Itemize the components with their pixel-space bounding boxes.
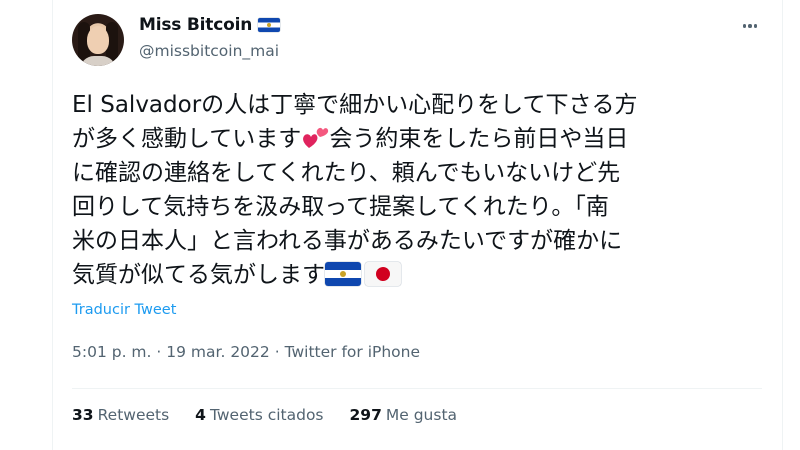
retweets-count: 33 <box>72 406 94 424</box>
tweet-time[interactable]: 5:01 p. m. <box>72 343 151 361</box>
more-dot <box>753 24 758 28</box>
likes-count: 297 <box>349 406 382 424</box>
two-hearts-emoji <box>301 124 329 150</box>
quotes-label: Tweets citados <box>209 406 324 424</box>
japan-flag-emoji <box>365 262 401 286</box>
quote-tweets-stat[interactable]: 4 Tweets citados <box>195 406 323 424</box>
tweet-text: El Salvadorの人は丁寧で細かい心配りをして下さる方 が多く感動していま… <box>72 88 762 292</box>
more-dot <box>742 24 747 28</box>
retweets-stat[interactable]: 33 Retweets <box>72 406 169 424</box>
quotes-count: 4 <box>195 406 206 424</box>
likes-stat[interactable]: 297 Me gusta <box>350 406 458 424</box>
tweet-source[interactable]: Twitter for iPhone <box>285 343 420 361</box>
author-display-name[interactable]: Miss Bitcoin <box>139 15 252 35</box>
likes-label: Me gusta <box>385 406 458 424</box>
retweets-label: Retweets <box>97 406 170 424</box>
divider <box>72 388 762 389</box>
tweet-meta: 5:01 p. m. · 19 mar. 2022 · Twitter for … <box>72 343 420 361</box>
tweet-stats: 33 Retweets 4 Tweets citados 297 Me gusta <box>72 406 457 424</box>
translate-tweet-link[interactable]: Traducir Tweet <box>72 302 176 318</box>
avatar-face <box>87 26 109 54</box>
meta-separator: · <box>156 343 162 361</box>
meta-separator: · <box>274 343 280 361</box>
author-name-row[interactable]: Miss Bitcoin <box>139 15 281 35</box>
el-salvador-flag-icon <box>258 18 281 32</box>
tweet-date[interactable]: 19 mar. 2022 <box>166 343 270 361</box>
avatar[interactable] <box>72 14 124 66</box>
author-handle[interactable]: @missbitcoin_mai <box>139 42 279 60</box>
el-salvador-flag-emoji <box>325 262 361 286</box>
more-options-icon[interactable] <box>738 14 762 38</box>
more-dot <box>748 24 752 28</box>
